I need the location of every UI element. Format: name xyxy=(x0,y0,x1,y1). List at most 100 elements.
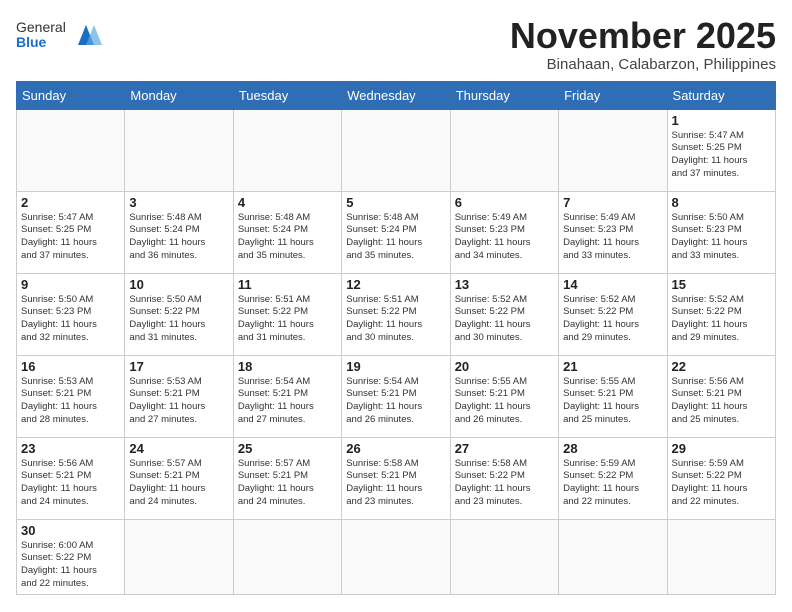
day-number: 16 xyxy=(21,359,120,374)
day-info: Sunrise: 5:51 AM Sunset: 5:22 PM Dayligh… xyxy=(238,294,337,345)
calendar-week-row: 9 Sunrise: 5:50 AM Sunset: 5:23 PM Daylig… xyxy=(17,273,776,355)
day-number: 21 xyxy=(563,359,662,374)
day-info: Sunrise: 5:57 AM Sunset: 5:21 PM Dayligh… xyxy=(129,458,228,509)
day-info: Sunrise: 5:48 AM Sunset: 5:24 PM Dayligh… xyxy=(238,212,337,263)
calendar-cell xyxy=(342,519,450,594)
day-info: Sunrise: 5:56 AM Sunset: 5:21 PM Dayligh… xyxy=(672,376,771,427)
logo-text: General Blue xyxy=(16,20,66,51)
day-info: Sunrise: 5:52 AM Sunset: 5:22 PM Dayligh… xyxy=(563,294,662,345)
calendar-cell: 11 Sunrise: 5:51 AM Sunset: 5:22 PM Dayli… xyxy=(233,273,341,355)
day-info: Sunrise: 5:59 AM Sunset: 5:22 PM Dayligh… xyxy=(672,458,771,509)
calendar-cell xyxy=(125,519,233,594)
calendar-cell: 14 Sunrise: 5:52 AM Sunset: 5:22 PM Dayli… xyxy=(559,273,667,355)
weekday-header: Thursday xyxy=(450,81,558,109)
day-number: 28 xyxy=(563,441,662,456)
day-number: 11 xyxy=(238,277,337,292)
day-info: Sunrise: 5:49 AM Sunset: 5:23 PM Dayligh… xyxy=(455,212,554,263)
calendar-cell: 17 Sunrise: 5:53 AM Sunset: 5:21 PM Dayli… xyxy=(125,355,233,437)
weekday-header: Sunday xyxy=(17,81,125,109)
day-info: Sunrise: 5:53 AM Sunset: 5:21 PM Dayligh… xyxy=(21,376,120,427)
day-number: 9 xyxy=(21,277,120,292)
day-number: 12 xyxy=(346,277,445,292)
calendar-cell: 27 Sunrise: 5:58 AM Sunset: 5:22 PM Dayli… xyxy=(450,437,558,519)
weekday-header: Friday xyxy=(559,81,667,109)
calendar-cell xyxy=(559,109,667,191)
calendar-cell: 30 Sunrise: 6:00 AM Sunset: 5:22 PM Dayli… xyxy=(17,519,125,594)
calendar-cell: 6Sunrise: 5:49 AM Sunset: 5:23 PM Daylig… xyxy=(450,191,558,273)
day-number: 25 xyxy=(238,441,337,456)
day-number: 3 xyxy=(129,195,228,210)
day-number: 13 xyxy=(455,277,554,292)
logo: General Blue xyxy=(16,20,102,51)
logo-icon xyxy=(70,21,102,49)
day-number: 18 xyxy=(238,359,337,374)
calendar-cell: 10 Sunrise: 5:50 AM Sunset: 5:22 PM Dayli… xyxy=(125,273,233,355)
day-number: 23 xyxy=(21,441,120,456)
calendar-cell: 19Sunrise: 5:54 AM Sunset: 5:21 PM Dayli… xyxy=(342,355,450,437)
day-info: Sunrise: 5:52 AM Sunset: 5:22 PM Dayligh… xyxy=(455,294,554,345)
day-number: 14 xyxy=(563,277,662,292)
calendar-cell: 5Sunrise: 5:48 AM Sunset: 5:24 PM Daylig… xyxy=(342,191,450,273)
day-info: Sunrise: 5:53 AM Sunset: 5:21 PM Dayligh… xyxy=(129,376,228,427)
weekday-header-row: SundayMondayTuesdayWednesdayThursdayFrid… xyxy=(17,81,776,109)
calendar-cell xyxy=(559,519,667,594)
day-number: 5 xyxy=(346,195,445,210)
calendar-week-row: 1 Sunrise: 5:47 AM Sunset: 5:25 PM Daylig… xyxy=(17,109,776,191)
calendar-cell: 16 Sunrise: 5:53 AM Sunset: 5:21 PM Dayli… xyxy=(17,355,125,437)
calendar-table: SundayMondayTuesdayWednesdayThursdayFrid… xyxy=(16,81,776,595)
calendar-cell: 28Sunrise: 5:59 AM Sunset: 5:22 PM Dayli… xyxy=(559,437,667,519)
day-info: Sunrise: 5:47 AM Sunset: 5:25 PM Dayligh… xyxy=(672,130,771,181)
calendar-cell xyxy=(233,519,341,594)
calendar-cell: 15Sunrise: 5:52 AM Sunset: 5:22 PM Dayli… xyxy=(667,273,775,355)
calendar-cell: 9 Sunrise: 5:50 AM Sunset: 5:23 PM Daylig… xyxy=(17,273,125,355)
calendar-cell: 24 Sunrise: 5:57 AM Sunset: 5:21 PM Dayli… xyxy=(125,437,233,519)
calendar-week-row: 16 Sunrise: 5:53 AM Sunset: 5:21 PM Dayli… xyxy=(17,355,776,437)
calendar-cell: 8Sunrise: 5:50 AM Sunset: 5:23 PM Daylig… xyxy=(667,191,775,273)
day-info: Sunrise: 5:48 AM Sunset: 5:24 PM Dayligh… xyxy=(129,212,228,263)
day-info: Sunrise: 5:50 AM Sunset: 5:22 PM Dayligh… xyxy=(129,294,228,345)
day-number: 17 xyxy=(129,359,228,374)
day-info: Sunrise: 5:56 AM Sunset: 5:21 PM Dayligh… xyxy=(21,458,120,509)
weekday-header: Wednesday xyxy=(342,81,450,109)
day-number: 26 xyxy=(346,441,445,456)
calendar-cell: 13 Sunrise: 5:52 AM Sunset: 5:22 PM Dayli… xyxy=(450,273,558,355)
calendar-cell xyxy=(125,109,233,191)
weekday-header: Saturday xyxy=(667,81,775,109)
calendar-cell xyxy=(450,519,558,594)
calendar-cell: 4 Sunrise: 5:48 AM Sunset: 5:24 PM Daylig… xyxy=(233,191,341,273)
day-number: 30 xyxy=(21,523,120,538)
calendar-cell xyxy=(233,109,341,191)
day-number: 4 xyxy=(238,195,337,210)
day-number: 29 xyxy=(672,441,771,456)
calendar-cell: 18 Sunrise: 5:54 AM Sunset: 5:21 PM Dayli… xyxy=(233,355,341,437)
day-info: Sunrise: 5:50 AM Sunset: 5:23 PM Dayligh… xyxy=(21,294,120,345)
calendar-cell xyxy=(667,519,775,594)
calendar-cell: 12Sunrise: 5:51 AM Sunset: 5:22 PM Dayli… xyxy=(342,273,450,355)
day-number: 1 xyxy=(672,113,771,128)
calendar-cell xyxy=(450,109,558,191)
day-number: 15 xyxy=(672,277,771,292)
day-info: Sunrise: 5:58 AM Sunset: 5:21 PM Dayligh… xyxy=(346,458,445,509)
location-subtitle: Binahaan, Calabarzon, Philippines xyxy=(510,56,776,73)
calendar-week-row: 30 Sunrise: 6:00 AM Sunset: 5:22 PM Dayli… xyxy=(17,519,776,594)
calendar-week-row: 23 Sunrise: 5:56 AM Sunset: 5:21 PM Dayli… xyxy=(17,437,776,519)
day-info: Sunrise: 5:50 AM Sunset: 5:23 PM Dayligh… xyxy=(672,212,771,263)
day-info: Sunrise: 5:57 AM Sunset: 5:21 PM Dayligh… xyxy=(238,458,337,509)
day-info: Sunrise: 5:54 AM Sunset: 5:21 PM Dayligh… xyxy=(238,376,337,427)
day-info: Sunrise: 6:00 AM Sunset: 5:22 PM Dayligh… xyxy=(21,540,120,591)
calendar-cell: 22Sunrise: 5:56 AM Sunset: 5:21 PM Dayli… xyxy=(667,355,775,437)
calendar-cell: 7 Sunrise: 5:49 AM Sunset: 5:23 PM Daylig… xyxy=(559,191,667,273)
calendar-cell: 20Sunrise: 5:55 AM Sunset: 5:21 PM Dayli… xyxy=(450,355,558,437)
day-number: 2 xyxy=(21,195,120,210)
month-title: November 2025 xyxy=(510,16,776,56)
day-info: Sunrise: 5:55 AM Sunset: 5:21 PM Dayligh… xyxy=(563,376,662,427)
day-info: Sunrise: 5:58 AM Sunset: 5:22 PM Dayligh… xyxy=(455,458,554,509)
weekday-header: Monday xyxy=(125,81,233,109)
day-info: Sunrise: 5:49 AM Sunset: 5:23 PM Dayligh… xyxy=(563,212,662,263)
day-number: 10 xyxy=(129,277,228,292)
title-block: November 2025 Binahaan, Calabarzon, Phil… xyxy=(510,16,776,73)
calendar-cell xyxy=(342,109,450,191)
day-number: 24 xyxy=(129,441,228,456)
day-number: 7 xyxy=(563,195,662,210)
day-number: 27 xyxy=(455,441,554,456)
